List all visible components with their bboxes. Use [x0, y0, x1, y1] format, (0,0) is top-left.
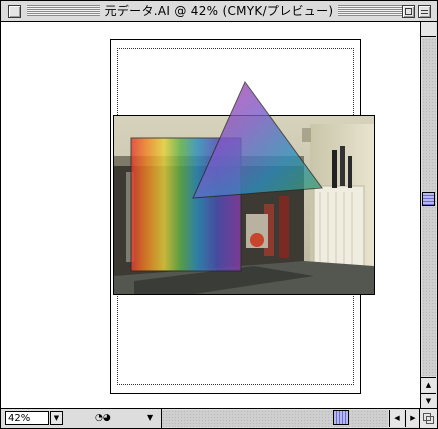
vertical-scroll-thumb[interactable]: [422, 192, 435, 206]
zoom-box-button[interactable]: [402, 5, 415, 18]
chevron-down-icon: ▼: [53, 414, 60, 422]
document-canvas[interactable]: [1, 22, 420, 408]
collapse-box-button[interactable]: [418, 5, 431, 18]
title-bar[interactable]: 元データ.AI @ 42% (CMYK/プレビュー): [1, 1, 437, 22]
scroll-right-button[interactable]: ▶: [405, 410, 420, 427]
vertical-scroll-top-cap: [421, 22, 436, 37]
zoom-level-field[interactable]: 42%: [5, 411, 49, 425]
status-bar: 42% ▼ ◔◕ ▼ ◀ ▶: [1, 408, 437, 428]
document-window: 元データ.AI @ 42% (CMYK/プレビュー) ▲ ▼ 42% ▼ ◔◕ …: [0, 0, 438, 429]
scroll-down-button[interactable]: ▼: [421, 393, 436, 408]
status-menu[interactable]: ◔◕ ▼: [67, 411, 157, 425]
resize-grow-box[interactable]: [419, 409, 437, 428]
zoom-popup-button[interactable]: ▼: [50, 411, 63, 425]
horizontal-scrollbar[interactable]: ◀ ▶: [161, 409, 420, 428]
triangle-down-icon: ▼: [147, 413, 154, 422]
vertical-scrollbar[interactable]: ▲ ▼: [420, 22, 437, 408]
vertical-scroll-track[interactable]: [422, 38, 436, 376]
status-icons: ◔◕: [95, 413, 111, 423]
scroll-left-button[interactable]: ◀: [389, 410, 404, 427]
horizontal-scroll-thumb[interactable]: [333, 410, 349, 425]
horizontal-scroll-track[interactable]: [162, 410, 388, 427]
scroll-up-button[interactable]: ▲: [421, 377, 436, 392]
vector-artwork-layer[interactable]: [1, 22, 420, 408]
window-title: 元データ.AI @ 42% (CMYK/プレビュー): [99, 4, 339, 18]
